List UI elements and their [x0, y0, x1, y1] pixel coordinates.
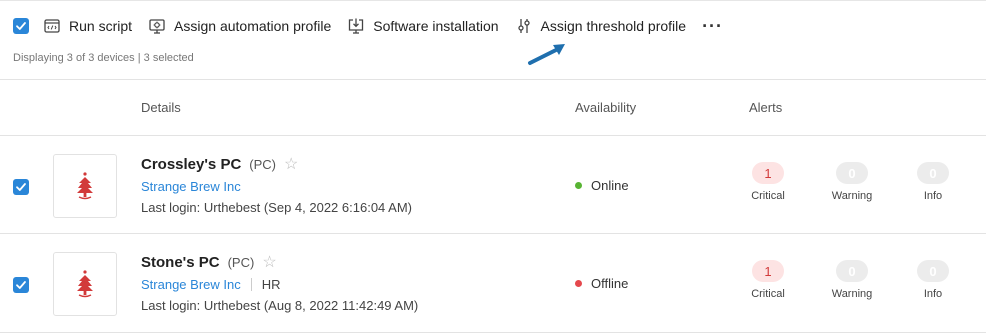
- checkmark-icon: [16, 22, 26, 30]
- organization-link[interactable]: Strange Brew Inc: [141, 179, 241, 194]
- device-group: HR: [261, 277, 281, 292]
- column-header-details[interactable]: Details: [141, 100, 181, 115]
- organization-logo: [53, 154, 117, 218]
- device-name[interactable]: Stone's PC: [141, 254, 220, 271]
- device-row[interactable]: Crossley's PC (PC) ☆ Strange Brew Inc La…: [0, 136, 986, 234]
- device-type: (PC): [249, 156, 277, 172]
- warning-alerts[interactable]: 0 Warning: [822, 162, 882, 202]
- pointer-arrow-icon: [528, 44, 565, 65]
- assign-automation-profile-label: Assign automation profile: [174, 18, 332, 34]
- software-installation-button[interactable]: Software installation: [347, 17, 499, 35]
- automation-monitor-icon: [148, 17, 166, 35]
- info-alerts[interactable]: 0 Info: [903, 162, 963, 202]
- divider: [250, 278, 252, 291]
- column-header-availability[interactable]: Availability: [575, 100, 636, 115]
- organization-link[interactable]: Strange Brew Inc: [141, 277, 241, 292]
- offline-status-dot: [575, 280, 582, 287]
- critical-count-badge: 1: [752, 162, 784, 184]
- assign-threshold-profile-button[interactable]: Assign threshold profile: [515, 17, 687, 35]
- organization-logo: [53, 252, 117, 316]
- run-script-label: Run script: [69, 18, 133, 34]
- info-count-badge: 0: [917, 162, 949, 184]
- last-login: Last login: Urthebest (Aug 8, 2022 11:42…: [141, 298, 419, 313]
- info-label: Info: [923, 288, 943, 300]
- info-alerts[interactable]: 0 Info: [903, 260, 963, 300]
- selection-status: Displaying 3 of 3 devices | 3 selected: [13, 52, 194, 64]
- checkmark-icon: [16, 183, 26, 191]
- availability-label: Offline: [591, 276, 629, 291]
- online-status-dot: [575, 182, 582, 189]
- more-actions-button[interactable]: ···: [702, 17, 723, 35]
- tree-crest-icon: [77, 270, 93, 298]
- select-all-checkbox[interactable]: [13, 18, 29, 34]
- critical-alerts[interactable]: 1 Critical: [738, 260, 798, 300]
- row-select-checkbox[interactable]: [13, 179, 29, 195]
- terminal-window-icon: [43, 17, 61, 35]
- column-header-alerts[interactable]: Alerts: [749, 100, 782, 115]
- warning-alerts[interactable]: 0 Warning: [822, 260, 882, 300]
- assign-threshold-profile-label: Assign threshold profile: [540, 18, 687, 34]
- device-name[interactable]: Crossley's PC: [141, 156, 241, 173]
- critical-alerts[interactable]: 1 Critical: [738, 162, 798, 202]
- download-monitor-icon: [347, 17, 365, 35]
- sliders-icon: [515, 17, 533, 35]
- availability-label: Online: [591, 178, 629, 193]
- row-select-checkbox[interactable]: [13, 277, 29, 293]
- availability-status: Offline: [575, 276, 628, 291]
- top-border: [0, 0, 986, 4]
- critical-count-badge: 1: [752, 260, 784, 282]
- info-label: Info: [923, 190, 943, 202]
- favorite-star-icon[interactable]: ☆: [262, 252, 276, 272]
- checkmark-icon: [16, 281, 26, 289]
- warning-count-badge: 0: [836, 260, 868, 282]
- run-script-button[interactable]: Run script: [43, 17, 132, 35]
- last-login: Last login: Urthebest (Sep 4, 2022 6:16:…: [141, 200, 413, 215]
- divider: [0, 79, 986, 80]
- device-type: (PC): [227, 254, 255, 270]
- warning-label: Warning: [831, 288, 873, 300]
- favorite-star-icon[interactable]: ☆: [284, 154, 298, 174]
- divider: [0, 332, 986, 333]
- device-row[interactable]: Stone's PC (PC) ☆ Strange Brew Inc HR La…: [0, 234, 986, 332]
- critical-label: Critical: [751, 288, 785, 300]
- tree-crest-icon: [77, 172, 93, 200]
- critical-label: Critical: [751, 190, 785, 202]
- warning-count-badge: 0: [836, 162, 868, 184]
- warning-label: Warning: [831, 190, 873, 202]
- software-installation-label: Software installation: [373, 18, 499, 34]
- assign-automation-profile-button[interactable]: Assign automation profile: [148, 17, 331, 35]
- info-count-badge: 0: [917, 260, 949, 282]
- bulk-actions-toolbar: Run script Assign automation profile Sof…: [0, 10, 986, 42]
- availability-status: Online: [575, 178, 629, 193]
